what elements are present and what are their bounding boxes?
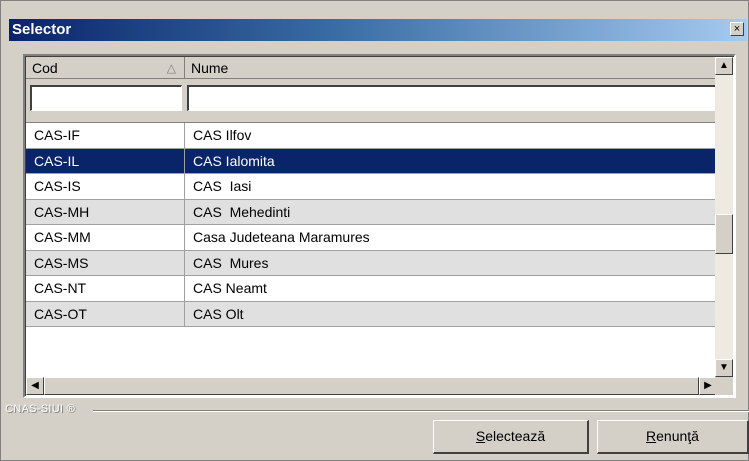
select-button-label: electează bbox=[485, 428, 546, 444]
cell-nume: CAS Ialomita bbox=[193, 152, 275, 169]
cell-cod: CAS-MM bbox=[26, 225, 185, 250]
group-label: CNAS-SIUI ® bbox=[5, 403, 76, 415]
filter-row bbox=[26, 79, 717, 123]
cancel-button-label: enunţă bbox=[656, 428, 699, 444]
title-bar[interactable]: Selector × bbox=[9, 19, 747, 41]
scroll-up-button[interactable]: ▲ bbox=[715, 57, 733, 75]
table-row-selected[interactable]: CAS-IL CAS Ialomita bbox=[26, 148, 717, 174]
vertical-scrollbar[interactable]: ▲ ▼ bbox=[715, 57, 733, 377]
cell-nume: CAS Mehedinti bbox=[193, 203, 291, 220]
cancel-button-accel: R bbox=[646, 428, 657, 444]
group-divider bbox=[93, 410, 749, 412]
table-row[interactable]: CAS-NT CAS Neamt bbox=[26, 276, 717, 302]
cell-cod: CAS-NT bbox=[26, 276, 185, 301]
select-button-accel: S bbox=[475, 428, 486, 444]
cell-cod: CAS-MS bbox=[26, 250, 185, 275]
column-header-cod[interactable]: Cod △ bbox=[26, 57, 185, 79]
cell-cod: CAS-IS bbox=[26, 174, 185, 199]
column-header-nume[interactable]: Nume bbox=[185, 57, 717, 79]
cell-cod: CAS-IL bbox=[26, 148, 185, 173]
cancel-button[interactable]: Renunţă bbox=[597, 420, 749, 454]
filter-nume-input[interactable] bbox=[187, 85, 717, 111]
column-header-cod-label: Cod bbox=[32, 60, 58, 76]
select-button[interactable]: Selectează bbox=[433, 420, 589, 454]
table-row[interactable]: CAS-MH CAS Mehedinti bbox=[26, 199, 717, 225]
table-row[interactable]: CAS-IF CAS Ilfov bbox=[26, 123, 717, 149]
arrow-left-icon: ◀ bbox=[31, 380, 39, 391]
grid-rows: CAS-IF CAS Ilfov CAS-IL CAS Ialomita CAS… bbox=[26, 123, 717, 327]
sort-ascending-icon: △ bbox=[166, 61, 176, 75]
vertical-scroll-thumb[interactable] bbox=[715, 214, 733, 254]
scroll-down-button[interactable]: ▼ bbox=[715, 359, 733, 377]
table-row[interactable]: CAS-MM Casa Judeteana Maramures bbox=[26, 225, 717, 251]
close-icon: × bbox=[733, 23, 741, 35]
horizontal-scrollbar[interactable]: ◀ ▶ bbox=[26, 377, 717, 395]
filter-cod-input[interactable] bbox=[30, 85, 182, 111]
cell-nume: CAS Neamt bbox=[193, 280, 267, 296]
table-row[interactable]: CAS-IS CAS Iasi bbox=[26, 174, 717, 200]
window-title: Selector bbox=[12, 21, 72, 38]
horizontal-scroll-thumb[interactable] bbox=[44, 377, 699, 395]
data-grid: Cod △ Nume CAS-IF CAS Ilfov CAS-IL CAS I… bbox=[23, 54, 736, 398]
cell-nume: CAS Iasi bbox=[193, 178, 252, 194]
cell-nume: CAS Ilfov bbox=[193, 127, 252, 143]
grid-viewport: Cod △ Nume CAS-IF CAS Ilfov CAS-IL CAS I… bbox=[26, 57, 717, 377]
arrow-down-icon: ▼ bbox=[719, 362, 729, 373]
table-row[interactable]: CAS-OT CAS Olt bbox=[26, 301, 717, 327]
cell-nume: CAS Mures bbox=[193, 254, 269, 271]
arrow-right-icon: ▶ bbox=[704, 380, 712, 391]
cell-cod: CAS-OT bbox=[26, 301, 185, 326]
cell-nume: Casa Judeteana Maramures bbox=[193, 229, 370, 245]
scroll-left-button[interactable]: ◀ bbox=[26, 377, 44, 395]
table-row[interactable]: CAS-MS CAS Mures bbox=[26, 250, 717, 276]
selector-window: Selector × Cod △ Nume CAS-IF CAS Ilfov C… bbox=[0, 0, 749, 461]
cell-cod: CAS-IF bbox=[26, 123, 185, 148]
cell-nume: CAS Olt bbox=[193, 305, 244, 322]
column-header-nume-label: Nume bbox=[191, 60, 229, 76]
cell-cod: CAS-MH bbox=[26, 199, 185, 224]
close-button[interactable]: × bbox=[730, 22, 744, 36]
arrow-up-icon: ▲ bbox=[719, 60, 729, 71]
scrollbar-corner bbox=[715, 377, 733, 395]
